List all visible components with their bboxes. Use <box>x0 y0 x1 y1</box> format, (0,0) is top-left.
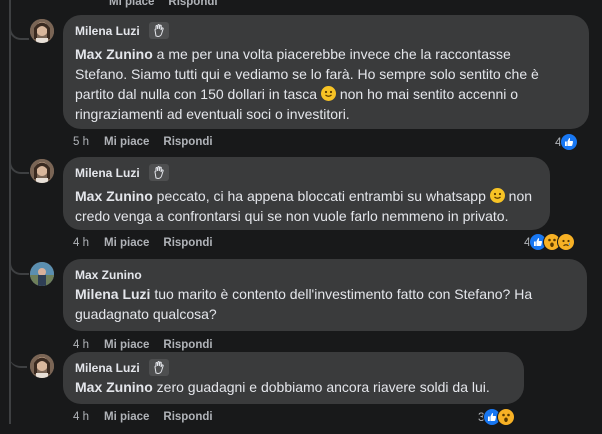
wave-icon[interactable] <box>148 164 169 181</box>
reaction-summary[interactable]: 4 <box>555 133 578 151</box>
comment-actions: 4 h Mi piace Rispondi <box>73 409 227 425</box>
timestamp[interactable]: 4 h <box>73 339 89 351</box>
timestamp[interactable]: 5 h <box>73 136 89 148</box>
reply-button[interactable]: Rispondi <box>163 237 212 249</box>
sad-reaction-icon <box>556 233 575 251</box>
comment-text: Milena Luzi tuo marito è contento dell'i… <box>75 286 533 322</box>
smile-emoji-icon <box>489 188 505 203</box>
reaction-summary[interactable]: 4 <box>524 233 575 251</box>
comment-author[interactable]: Milena Luzi <box>75 24 140 38</box>
like-button[interactable]: Mi piace <box>104 339 149 351</box>
avatar[interactable] <box>30 159 54 183</box>
comment-bubble: Milena Luzi Max Zunino a me per una volt… <box>63 15 589 129</box>
reply-button[interactable]: Rispondi <box>163 339 212 351</box>
reply-button[interactable]: Rispondi <box>163 136 212 148</box>
wave-icon[interactable] <box>148 359 169 376</box>
like-button[interactable]: Mi piace <box>109 0 154 8</box>
comment-bubble: Milena Luzi Max Zunino peccato, ci ha ap… <box>63 157 550 230</box>
comment-bubble: Milena Luzi Max Zunino zero guadagni e d… <box>63 352 524 404</box>
comment-actions: Mi piace Rispondi <box>109 0 232 10</box>
mention-link[interactable]: Max Zunino <box>75 46 153 62</box>
comment-text: Max Zunino a me per una volta piacerebbe… <box>75 46 539 122</box>
reply-button[interactable]: Rispondi <box>163 411 212 423</box>
wave-icon[interactable] <box>148 22 169 39</box>
mention-link[interactable]: Milena Luzi <box>75 286 150 302</box>
timestamp[interactable]: 4 h <box>73 411 89 423</box>
like-button[interactable]: Mi piace <box>104 237 149 249</box>
smile-emoji-icon <box>320 86 336 101</box>
comment-text: Max Zunino zero guadagni e dobbiamo anco… <box>75 379 490 395</box>
comment-actions: 4 h Mi piace Rispondi <box>73 235 227 251</box>
timestamp[interactable]: 4 h <box>73 237 89 249</box>
like-reaction-icon <box>559 133 578 151</box>
user-photo-icon <box>30 354 54 378</box>
thread-connector <box>9 24 29 40</box>
wow-reaction-icon <box>496 408 515 426</box>
like-button[interactable]: Mi piace <box>104 136 149 148</box>
comment-author[interactable]: Milena Luzi <box>75 166 140 180</box>
thread-connector <box>9 158 29 174</box>
thread-connector <box>9 259 29 275</box>
reply-button[interactable]: Rispondi <box>168 0 217 8</box>
comment-actions: 4 h Mi piace Rispondi <box>73 337 227 353</box>
like-button[interactable]: Mi piace <box>104 411 149 423</box>
user-photo-icon <box>30 262 54 286</box>
avatar[interactable] <box>30 19 54 43</box>
user-photo-icon <box>30 19 54 43</box>
comment-actions: 5 h Mi piace Rispondi <box>73 134 227 150</box>
comment-text: Max Zunino peccato, ci ha appena bloccat… <box>75 188 533 224</box>
mention-link[interactable]: Max Zunino <box>75 188 153 204</box>
avatar[interactable] <box>30 262 54 286</box>
comment-author[interactable]: Max Zunino <box>75 268 142 282</box>
avatar[interactable] <box>30 354 54 378</box>
comment-author[interactable]: Milena Luzi <box>75 361 140 375</box>
comment-bubble: Max Zunino Milena Luzi tuo marito è cont… <box>63 259 587 331</box>
reaction-summary[interactable]: 3 <box>478 408 515 426</box>
user-photo-icon <box>30 159 54 183</box>
mention-link[interactable]: Max Zunino <box>75 379 153 395</box>
thread-connector <box>9 352 27 368</box>
